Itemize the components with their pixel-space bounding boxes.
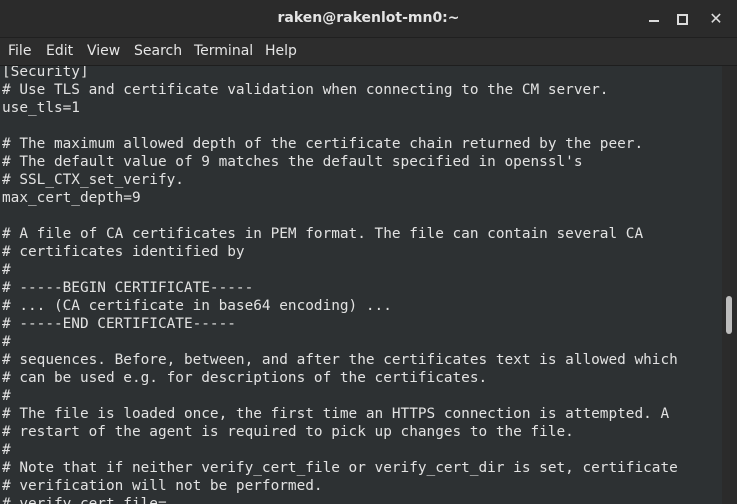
terminal-line: # The maximum allowed depth of the certi… <box>2 136 644 152</box>
terminal-line: # <box>2 334 11 350</box>
terminal-lines: [Security] # Use TLS and certificate val… <box>2 66 678 504</box>
menu-help[interactable]: Help <box>265 38 297 65</box>
menu-search[interactable]: Search <box>134 38 182 65</box>
terminal-line: # <box>2 262 11 278</box>
terminal-line: [Security] <box>2 66 89 80</box>
close-icon: ✕ <box>709 9 723 28</box>
terminal-line: # sequences. Before, between, and after … <box>2 352 678 368</box>
terminal-line: # Use TLS and certificate validation whe… <box>2 82 609 98</box>
maximize-button[interactable] <box>670 7 694 31</box>
terminal-line: max_cert_depth=9 <box>2 190 141 206</box>
terminal-line: # -----END CERTIFICATE----- <box>2 316 236 332</box>
terminal-line: # restart of the agent is required to pi… <box>2 424 574 440</box>
close-button[interactable]: ✕ <box>704 7 728 31</box>
terminal-line: # can be used e.g. for descriptions of t… <box>2 370 488 386</box>
menu-file[interactable]: File <box>8 38 31 65</box>
terminal-line: # verification will not be performed. <box>2 478 323 494</box>
terminal-window: raken@rakenlot-mn0:~ ✕ File Edit View Se… <box>0 0 737 504</box>
terminal-line: # The file is loaded once, the first tim… <box>2 406 670 422</box>
terminal-line: # <box>2 388 11 404</box>
terminal-line: # certificates identified by <box>2 244 245 260</box>
terminal-line: # The default value of 9 matches the def… <box>2 154 583 170</box>
menu-edit[interactable]: Edit <box>46 38 73 65</box>
terminal-output[interactable]: [Security] # Use TLS and certificate val… <box>0 66 722 504</box>
vertical-scrollbar[interactable] <box>722 66 737 504</box>
terminal-line: # <box>2 442 11 458</box>
menu-view[interactable]: View <box>87 38 120 65</box>
terminal-line: # A file of CA certificates in PEM forma… <box>2 226 644 242</box>
menu-terminal[interactable]: Terminal <box>194 38 253 65</box>
minimize-icon <box>649 20 659 22</box>
minimize-button[interactable] <box>642 7 666 31</box>
terminal-line: # SSL_CTX_set_verify. <box>2 172 184 188</box>
menu-bar: File Edit View Search Terminal Help <box>0 38 737 66</box>
scrollbar-thumb[interactable] <box>726 296 732 334</box>
terminal-line: # ... (CA certificate in base64 encoding… <box>2 298 392 314</box>
maximize-icon <box>677 14 688 25</box>
terminal-line: # verify_cert_file= <box>2 496 167 504</box>
title-bar[interactable]: raken@rakenlot-mn0:~ ✕ <box>0 0 737 38</box>
terminal-line: use_tls=1 <box>2 100 80 116</box>
terminal-line: # Note that if neither verify_cert_file … <box>2 460 678 476</box>
terminal-line: # -----BEGIN CERTIFICATE----- <box>2 280 254 296</box>
window-title: raken@rakenlot-mn0:~ <box>277 10 460 26</box>
